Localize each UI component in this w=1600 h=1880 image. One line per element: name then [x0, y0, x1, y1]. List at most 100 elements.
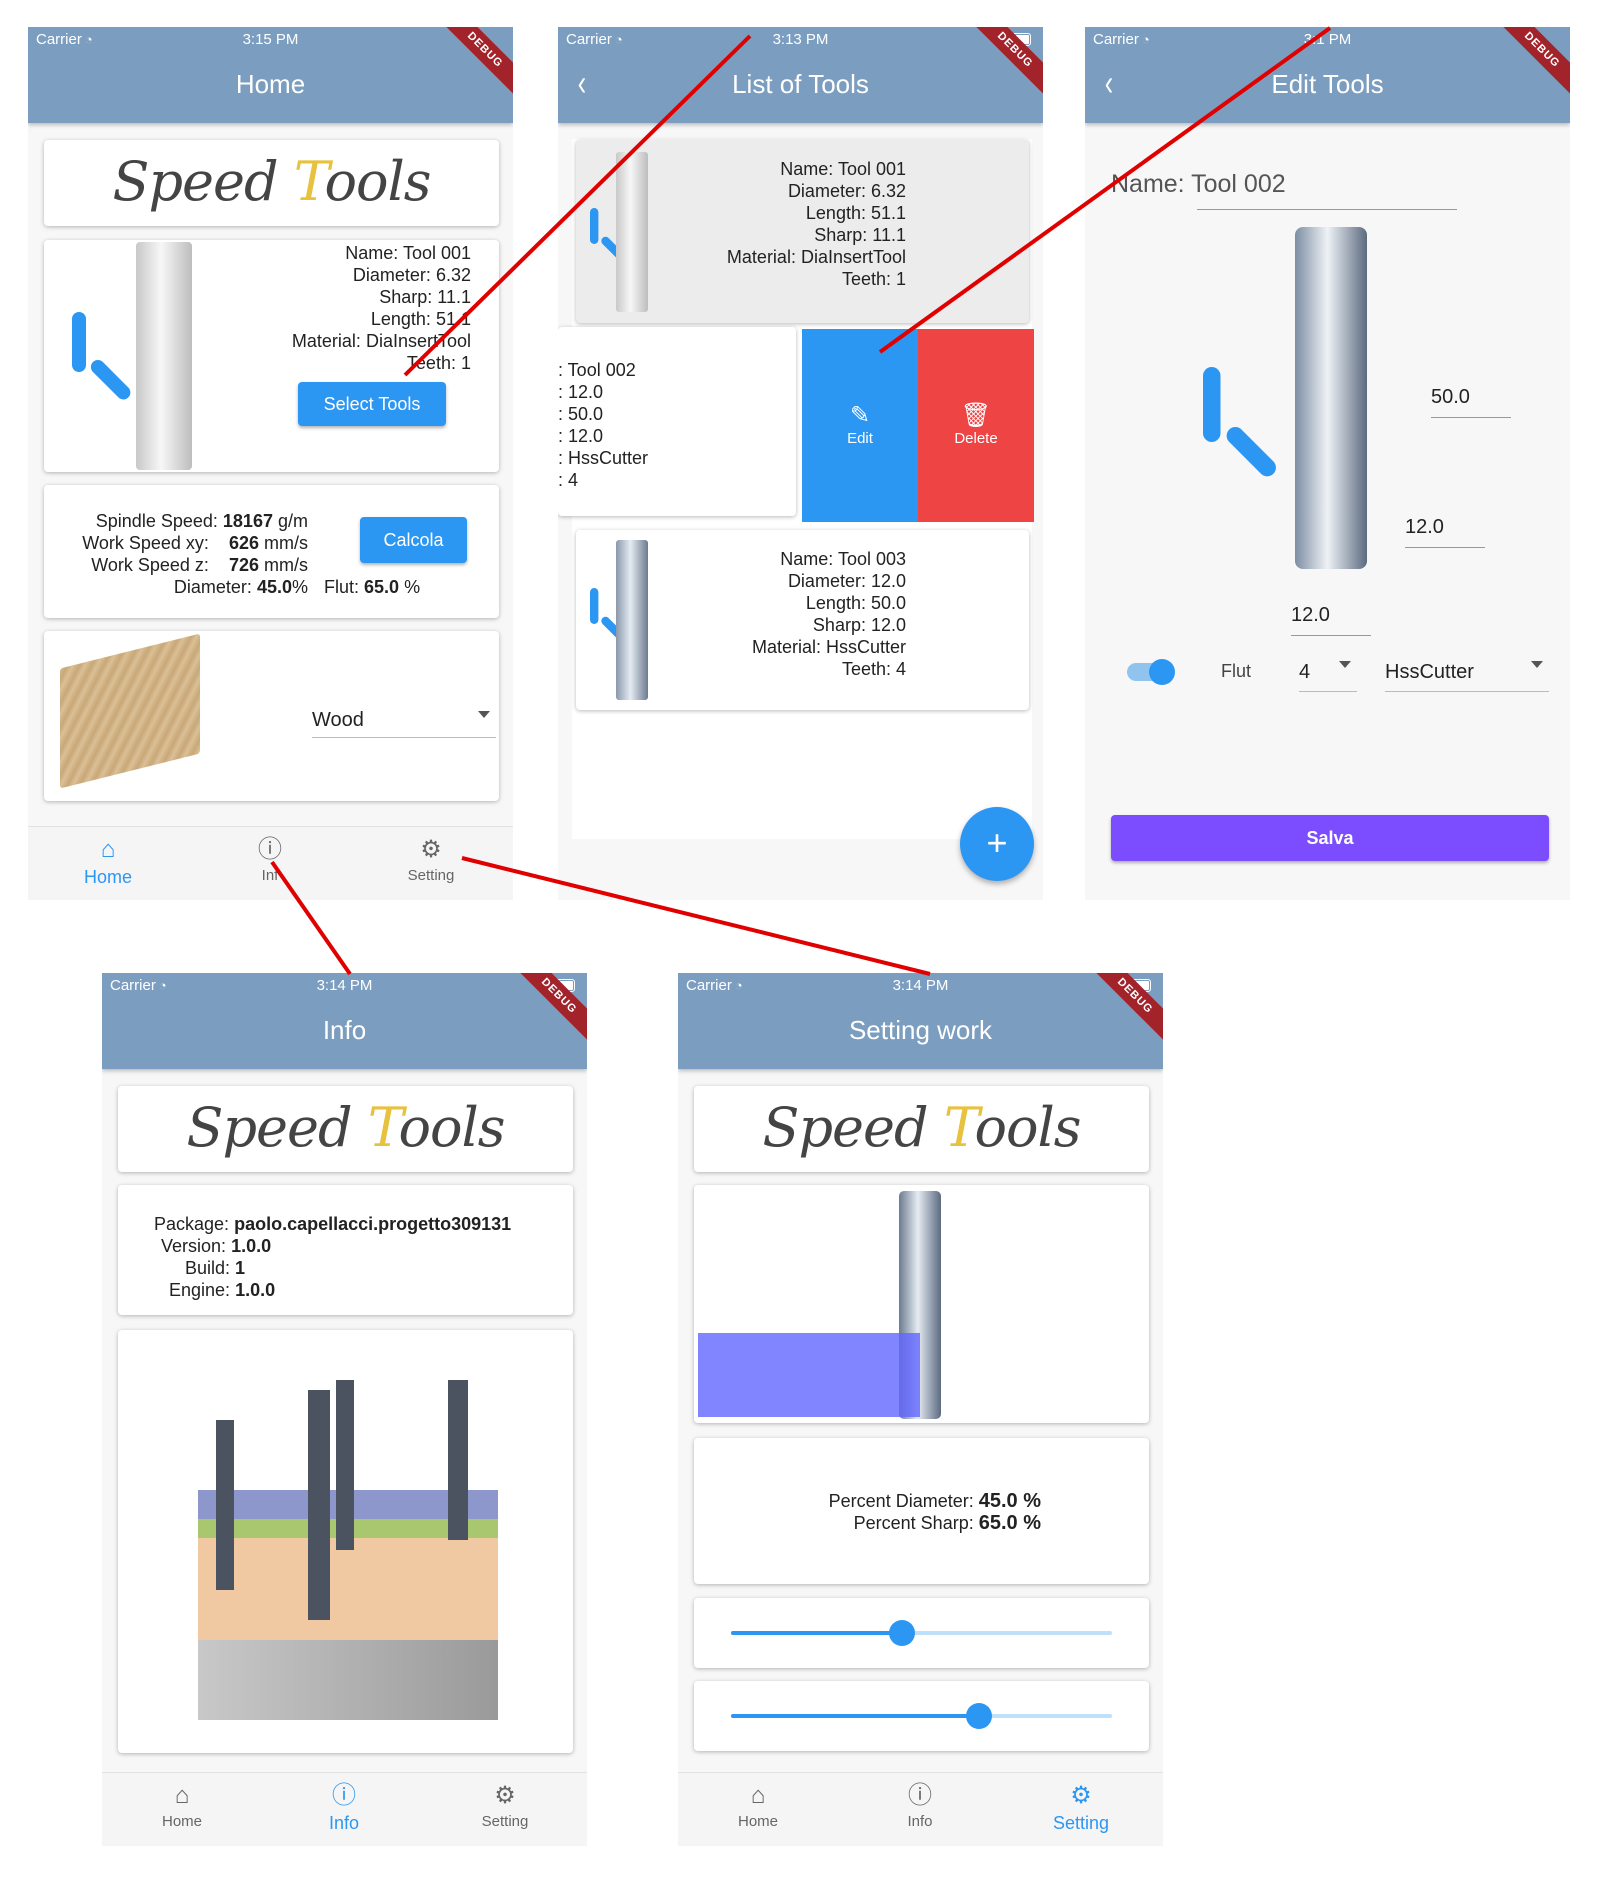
nav-info[interactable]: ⓘ Info: [860, 1782, 980, 1831]
nav-setting[interactable]: ⚙ Setting: [1021, 1783, 1141, 1834]
sharp-field[interactable]: 12.0: [1405, 507, 1485, 548]
calcola-button[interactable]: Calcola: [360, 517, 467, 563]
nav-info[interactable]: ⓘ Inf: [210, 836, 330, 885]
page-title: Edit Tools: [1271, 69, 1384, 99]
save-button[interactable]: Salva: [1111, 815, 1549, 861]
app-bar: Carrier ◔ 3:14 PM Setting work DEBUG: [678, 973, 1163, 1069]
app-logo: Speed Tools: [112, 150, 431, 213]
diameter-slider-card: [694, 1598, 1149, 1668]
tool-image: [136, 242, 192, 470]
info-icon: ⓘ: [332, 1782, 356, 1809]
page-title: List of Tools: [732, 69, 869, 99]
delete-action[interactable]: 🗑 Delete: [918, 329, 1034, 522]
page-title: Info: [322, 1015, 367, 1045]
tool-details: Name: Tool 001 Diameter: 6.32 Sharp: 11.…: [291, 243, 471, 373]
app-logo: Speed Tools: [186, 1096, 505, 1159]
status-bar: Carrier ◔ 3:15 PM: [28, 27, 513, 53]
cut-preview-card: [694, 1185, 1149, 1423]
status-bar: Carrier ◔ 3:1 PM: [1085, 27, 1570, 53]
tool-details: : Tool 002: 12.0: 50.0 : 12.0: HssCutter…: [558, 360, 649, 490]
app-bar: Carrier ◔ 3:14 PM Info DEBUG: [102, 973, 587, 1069]
nav-setting[interactable]: ⚙ Setting: [445, 1783, 565, 1831]
caret-down-icon: [1531, 661, 1543, 668]
status-bar: Carrier ◔ 3:14 PM: [678, 973, 1163, 999]
logo-card: Speed Tools: [118, 1086, 573, 1172]
logo-card: Speed Tools: [44, 140, 499, 226]
status-time: 3:15 PM: [242, 31, 299, 48]
milling-illustration-card: [118, 1330, 573, 1753]
edit-screen: Carrier ◔ 3:1 PM ‹ Edit Tools DEBUG Name:…: [1085, 27, 1570, 900]
page-title: Setting work: [848, 1015, 993, 1045]
material-select[interactable]: HssCutter: [1385, 653, 1549, 692]
tool-card-002[interactable]: : Tool 002: 12.0: 50.0 : 12.0: HssCutter…: [558, 327, 796, 516]
selected-tool-card: Name: Tool 001 Diameter: 6.32 Sharp: 11.…: [44, 240, 499, 472]
status-time: 3:14 PM: [892, 977, 949, 994]
sharp-slider-card: [694, 1681, 1149, 1751]
setting-screen: Carrier ◔ 3:14 PM Setting work DEBUG Spee…: [678, 973, 1163, 1846]
nav-home[interactable]: ⌂ Home: [122, 1783, 242, 1831]
gear-icon: ⚙: [420, 836, 442, 863]
trash-icon: 🗑: [960, 402, 992, 429]
info-screen: Carrier ◔ 3:14 PM Info DEBUG Speed Tools …: [102, 973, 587, 1846]
home-screen: Carrier ◔ 3:15 PM Home DEBUG Speed Tools …: [28, 27, 513, 900]
info-icon: ⓘ: [258, 836, 282, 863]
material-card: Wood: [44, 631, 499, 801]
wood-block-image: [60, 633, 200, 789]
slider-fill: [731, 1631, 903, 1635]
home-icon: ⌂: [100, 836, 116, 863]
tool-card-003[interactable]: Name: Tool 003 Diameter: 12.0 Length: 50.0…: [576, 530, 1029, 710]
gear-icon: ⚙: [1070, 1782, 1092, 1809]
teeth-select[interactable]: 4: [1299, 653, 1357, 692]
package-info-card: Package: paolo.capellacci.progetto309131…: [118, 1185, 573, 1315]
flut-result: Flut: 65.0 %: [324, 577, 421, 597]
edit-action[interactable]: ✎ Edit: [802, 329, 918, 522]
percent-values: Percent Diameter: 45.0 % Percent Sharp: …: [828, 1490, 1041, 1534]
app-bar: Carrier ◔ 3:15 PM Home DEBUG: [28, 27, 513, 123]
percent-card: Percent Diameter: 45.0 % Percent Sharp: …: [694, 1438, 1149, 1584]
calc-card: Spindle Speed: 18167 g/m Work Speed xy: …: [44, 485, 499, 618]
app-bar: Carrier ◔ 3:1 PM ‹ Edit Tools DEBUG: [1085, 27, 1570, 123]
info-icon: ⓘ: [908, 1782, 932, 1809]
status-time: 3:13 PM: [772, 31, 829, 48]
nav-info[interactable]: ⓘ Info: [284, 1783, 404, 1834]
sharp-slider[interactable]: [731, 1703, 1112, 1729]
status-bar: Carrier ◔ 3:13 PM: [558, 27, 1043, 53]
status-time: 3:1 PM: [1303, 31, 1352, 48]
status-time: 3:14 PM: [316, 977, 373, 994]
bottom-nav: ⌂ Home ⓘ Info ⚙ Setting: [678, 1772, 1163, 1846]
list-screen: Carrier ◔ 3:13 PM ‹ List of Tools DEBUG N…: [558, 27, 1043, 900]
flut-label: Flut: [1221, 661, 1252, 681]
name-field-underline: [1197, 209, 1457, 210]
package-info: Package: paolo.capellacci.progetto309131…: [154, 1214, 512, 1300]
tool-image: [616, 152, 648, 312]
material-select[interactable]: Wood: [312, 703, 496, 738]
bottom-nav: ⌂ Home ⓘ Info ⚙ Setting: [102, 1772, 587, 1846]
plus-icon: +: [986, 822, 1008, 863]
tool-image: [616, 540, 648, 700]
calc-results: Spindle Speed: 18167 g/m Work Speed xy: …: [82, 511, 308, 597]
diameter-slider[interactable]: [731, 1620, 1112, 1646]
name-field[interactable]: Name: Tool 002: [1111, 164, 1459, 204]
logo-card: Speed Tools: [694, 1086, 1149, 1172]
nav-setting[interactable]: ⚙ Setting: [371, 836, 491, 885]
tool-image: [1295, 227, 1367, 569]
nav-home[interactable]: ⌂ Home: [698, 1782, 818, 1831]
cut-depth-overlay: [698, 1333, 920, 1417]
select-tools-button[interactable]: Select Tools: [298, 382, 446, 426]
pencil-icon: ✎: [849, 402, 871, 429]
add-tool-fab[interactable]: +: [960, 807, 1034, 881]
length-field[interactable]: 50.0: [1431, 377, 1511, 418]
app-bar: Carrier ◔ 3:13 PM ‹ List of Tools DEBUG: [558, 27, 1043, 123]
tool-details: Name: Tool 003 Diameter: 12.0 Length: 50.0…: [751, 549, 906, 679]
tool-card-001[interactable]: Name: Tool 001 Diameter: 6.32 Length: 51.1…: [576, 140, 1029, 323]
status-bar: Carrier ◔ 3:14 PM: [102, 973, 587, 999]
app-logo: Speed Tools: [762, 1096, 1081, 1159]
diameter-field[interactable]: 12.0: [1291, 595, 1371, 636]
slider-thumb[interactable]: [965, 1703, 992, 1729]
home-icon: ⌂: [750, 1782, 766, 1809]
caret-down-icon: [478, 711, 490, 718]
flut-switch[interactable]: [1127, 659, 1175, 685]
slider-thumb[interactable]: [889, 1620, 916, 1646]
nav-home[interactable]: ⌂ Home: [48, 837, 168, 888]
bottom-nav: ⌂ Home ⓘ Inf ⚙ Setting: [28, 826, 513, 900]
